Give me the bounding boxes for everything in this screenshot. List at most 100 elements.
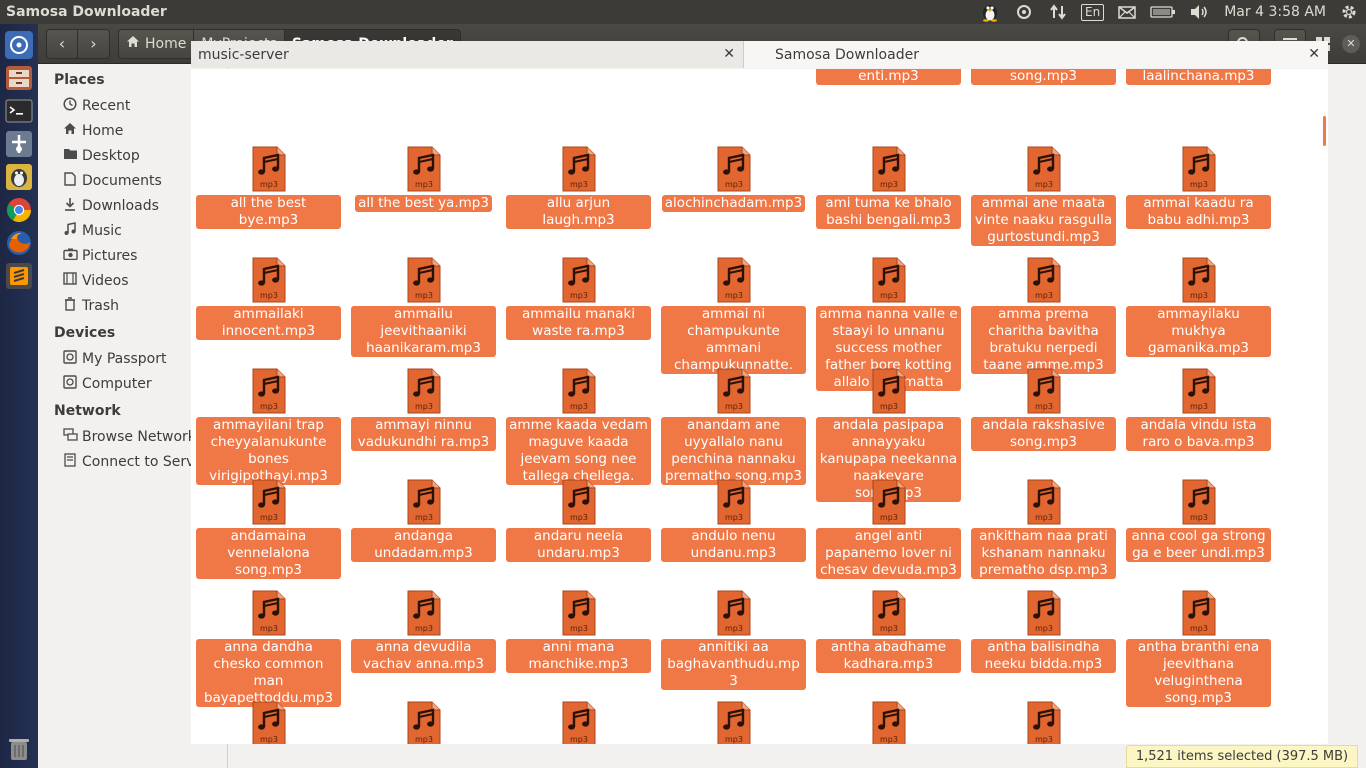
file-item[interactable]: mp3 all the best bye.mp3 xyxy=(191,146,346,229)
tab-samosa-downloader[interactable]: Samosa Downloader ✕ xyxy=(744,41,1328,68)
mp3-file-icon: mp3 xyxy=(252,590,286,636)
file-item[interactable]: mp3anukoledhu en xyxy=(966,701,1121,744)
file-item[interactable]: mp3 ammai ni champukunte ammani champukun… xyxy=(656,257,811,374)
file-item[interactable]: mp3 ankitham naa prati kshanam nannaku pr… xyxy=(966,479,1121,579)
file-item[interactable]: mp3 ami tuma ke bhalo bashi bengali.mp3 xyxy=(811,146,966,229)
mp3-file-icon: mp3 xyxy=(562,146,596,192)
file-item[interactable]: mp3 ammailu jeevithaaniki haanikaram.mp3 xyxy=(346,257,501,357)
volume-icon[interactable] xyxy=(1188,0,1210,24)
window-close-button[interactable]: ✕ xyxy=(1342,34,1360,53)
dash-home-icon[interactable] xyxy=(4,30,34,60)
tab-label: music-server xyxy=(198,46,289,63)
sync-indicator-icon[interactable] xyxy=(1013,0,1035,24)
file-name: andala vindu ista raro o bava.mp3 xyxy=(1126,417,1271,451)
tux-indicator-icon[interactable] xyxy=(979,0,1001,24)
terminal-app-icon[interactable] xyxy=(4,96,34,126)
file-item[interactable]: mp3 amme kaada vedam maguve kaada jeevam … xyxy=(501,368,656,485)
file-item[interactable]: mp3 andamaina vennelalona song.mp3 xyxy=(191,479,346,579)
trash-launcher-icon[interactable] xyxy=(4,734,34,764)
file-item[interactable]: mp3 ammayilani trap cheyyalanukunte bones… xyxy=(191,368,346,485)
svg-text:mp3: mp3 xyxy=(415,735,433,744)
file-item[interactable]: mp3 andanga undadam.mp3 xyxy=(346,479,501,562)
file-item[interactable]: mp3 anandam ane uyyallalo nanu penchina n… xyxy=(656,368,811,485)
file-item[interactable]: mp3 andulo nenu undanu.mp3 xyxy=(656,479,811,562)
clock[interactable]: Mar 4 3:58 AM xyxy=(1224,0,1326,24)
file-item[interactable]: mp3 ammailu manaki waste ra.mp3 xyxy=(501,257,656,340)
mp3-file-icon: mp3 xyxy=(717,257,751,303)
file-item[interactable]: mp3anubhavinchu raja. xyxy=(656,701,811,744)
mp3-file-icon: mp3 xyxy=(407,368,441,414)
file-item[interactable]: mp3 antha balisindha neeku bidda.mp3 xyxy=(966,590,1121,673)
mail-icon[interactable] xyxy=(1116,0,1138,24)
close-icon[interactable]: ✕ xyxy=(1308,46,1320,62)
back-button[interactable]: ‹ xyxy=(46,28,78,59)
file-item[interactable]: mp3 ammayilaku mukhya gamanika.mp3 xyxy=(1121,257,1276,357)
system-app-icon[interactable] xyxy=(4,129,34,159)
file-item[interactable]: mp3anukokunda xyxy=(811,701,966,744)
mp3-file-icon: mp3 xyxy=(717,146,751,192)
file-name: anandam ane uyyallalo nanu penchina nann… xyxy=(661,417,806,485)
file-item[interactable]: mp3 anna dandha chesko common man bayapet… xyxy=(191,590,346,707)
file-item[interactable]: mp3 alochinchadam.mp3 xyxy=(656,146,811,212)
close-icon[interactable]: ✕ xyxy=(723,46,735,62)
file-item[interactable]: mp3anthala bhayapade xyxy=(346,701,501,744)
file-name: angel anti papanemo lover ni chesav devu… xyxy=(816,528,961,579)
svg-text:mp3: mp3 xyxy=(880,180,898,189)
file-item[interactable]: mp3 andaru neela undaru.mp3 xyxy=(501,479,656,562)
svg-text:mp3: mp3 xyxy=(415,180,433,189)
mp3-file-icon: mp3 xyxy=(562,368,596,414)
music-icon xyxy=(62,221,78,240)
file-item[interactable]: mp3alanaati rama chandruni song.mp3 xyxy=(966,69,1121,85)
file-item[interactable]: mp3 antha branthi ena jeevithana velugint… xyxy=(1121,590,1276,707)
file-item[interactable]: mp3 ammayi ninnu vadukundhi ra.mp3 xyxy=(346,368,501,451)
mp3-file-icon: mp3 xyxy=(1027,146,1061,192)
battery-icon[interactable] xyxy=(1150,0,1176,24)
firefox-app-icon[interactable] xyxy=(4,228,34,258)
files-app-icon[interactable] xyxy=(4,63,34,93)
sidebar-item-label: Videos xyxy=(82,272,129,289)
file-item[interactable]: mp3antha kachi xyxy=(191,701,346,744)
file-item[interactable]: mp3 anna cool ga strong ga e beer undi.mp… xyxy=(1121,479,1276,562)
sublime-app-icon[interactable] xyxy=(4,261,34,291)
close-icon: ✕ xyxy=(1346,37,1356,50)
document-icon xyxy=(62,171,78,190)
file-item[interactable]: mp3 ammailaki innocent.mp3 xyxy=(191,257,346,340)
file-item[interactable]: mp3alasina solasina odilo ninnu laalinch… xyxy=(1121,69,1276,85)
file-name: alasina solasina odilo ninnu laalinchana… xyxy=(1126,69,1271,85)
file-item[interactable]: mp3ala madhana padipothav enti.mp3 xyxy=(811,69,966,85)
power-gear-icon[interactable] xyxy=(1338,0,1360,24)
file-item[interactable]: mp3 ammai kaadu ra babu adhi.mp3 xyxy=(1121,146,1276,229)
file-item[interactable]: mp3 anni mana manchike.mp3 xyxy=(501,590,656,673)
sidebar-item-label: Documents xyxy=(82,172,162,189)
file-name: anna devudila vachav anna.mp3 xyxy=(351,639,496,673)
file-item[interactable]: mp3 angel anti papanemo lover ni chesav d… xyxy=(811,479,966,579)
file-item[interactable]: mp3 andala rakshasive song.mp3 xyxy=(966,368,1121,451)
file-item[interactable]: mp3 annitiki aa baghavanthudu.mp3 xyxy=(656,590,811,690)
svg-text:mp3: mp3 xyxy=(725,735,743,744)
file-item[interactable]: mp3 andala vindu ista raro o bava.mp3 xyxy=(1121,368,1276,451)
mp3-file-icon: mp3 xyxy=(562,257,596,303)
tab-music-server[interactable]: music-server ✕ xyxy=(191,41,744,68)
file-name: ammailu jeevithaaniki haanikaram.mp3 xyxy=(351,306,496,357)
scrollbar[interactable] xyxy=(1322,69,1328,744)
forward-button[interactable]: › xyxy=(78,28,110,59)
file-item[interactable]: mp3 all the best ya.mp3 xyxy=(346,146,501,212)
network-arrows-icon[interactable] xyxy=(1047,0,1069,24)
keyboard-layout-indicator[interactable]: En xyxy=(1081,0,1105,24)
mp3-file-icon: mp3 xyxy=(562,590,596,636)
file-item[interactable]: mp3 anna devudila vachav anna.mp3 xyxy=(346,590,501,673)
mp3-file-icon: mp3 xyxy=(872,368,906,414)
chevron-right-icon: › xyxy=(90,34,97,53)
file-item[interactable]: mp3 amma prema charitha bavitha bratuku n… xyxy=(966,257,1121,374)
drive-icon xyxy=(62,349,78,368)
file-view[interactable]: mp3ala ancara iche superuu.mp3mp3ala anc… xyxy=(191,69,1322,744)
file-item[interactable]: mp3 ammai ane maata vinte naaku rasgulla … xyxy=(966,146,1121,246)
scrollbar-thumb[interactable] xyxy=(1323,116,1326,146)
file-item[interactable]: mp3antha ledhu neeku. xyxy=(501,701,656,744)
file-item[interactable]: mp3 antha abadhame kadhara.mp3 xyxy=(811,590,966,673)
pidgin-app-icon[interactable] xyxy=(4,162,34,192)
breadcrumb-home[interactable]: Home xyxy=(118,28,195,59)
chrome-app-icon[interactable] xyxy=(4,195,34,225)
mp3-file-icon: mp3 xyxy=(717,368,751,414)
file-item[interactable]: mp3 allu arjun laugh.mp3 xyxy=(501,146,656,229)
